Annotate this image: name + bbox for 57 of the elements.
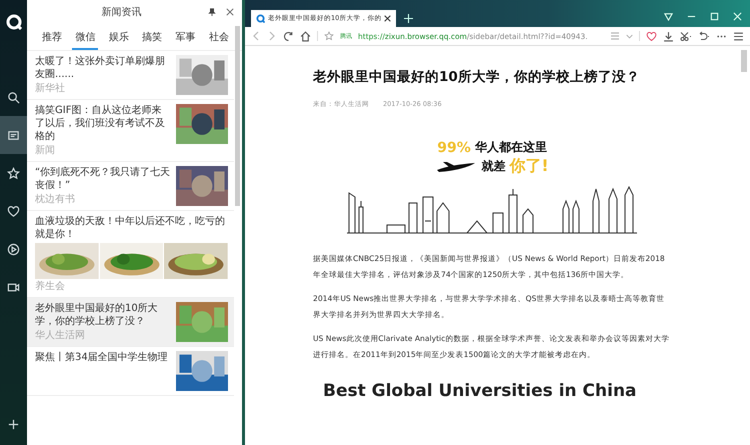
news-title: 聚焦丨第34届全国中学生物理: [35, 351, 169, 364]
category-tab[interactable]: 微信: [72, 28, 98, 50]
browser-logo-icon: [256, 14, 265, 23]
close-icon[interactable]: [226, 8, 234, 16]
news-source: 新闻: [35, 145, 56, 157]
category-tab[interactable]: 军事: [172, 28, 199, 50]
scissors-icon[interactable]: [680, 30, 692, 42]
maximize-icon[interactable]: [710, 12, 719, 21]
logo-icon: [6, 14, 22, 30]
category-tab[interactable]: 社会: [206, 28, 232, 50]
article-title: 老外眼里中国最好的10所大学，你的学校上榜了没？: [313, 68, 641, 86]
download-icon[interactable]: [663, 30, 674, 42]
pin-icon[interactable]: [208, 8, 216, 16]
news-title: 太暖了！这张外卖订单刷爆朋友圈......: [35, 55, 166, 81]
category-tab[interactable]: 娱乐: [106, 28, 132, 50]
news-item[interactable]: 血液垃圾的天敌！中年以后还不吃，吃亏的就是你！ 养生会: [27, 211, 234, 298]
category-tab[interactable]: 搞笑: [139, 28, 166, 50]
new-tab-icon[interactable]: [404, 14, 414, 23]
news-source: 新华社: [35, 83, 66, 95]
news-source: 养生会: [35, 281, 66, 293]
category-tab[interactable]: 推荐: [39, 28, 65, 50]
heart-icon: [7, 204, 20, 218]
scrollbar[interactable]: [235, 26, 240, 206]
banner-figure: 99%: [437, 140, 471, 156]
news-source: 华人生活网: [35, 330, 86, 342]
news-icon: [7, 128, 20, 142]
star-icon[interactable]: [324, 31, 334, 41]
news-title: 老外眼里中国最好的10所大学，你的学校上榜了没？: [35, 302, 159, 328]
home-icon[interactable]: [300, 30, 311, 42]
skin-icon[interactable]: [664, 12, 673, 21]
news-source: 枕边有书: [35, 194, 76, 206]
news-title: “你到底死不死？我只请了七天丧假！”: [35, 166, 171, 192]
panel-title: 新闻资讯: [100, 6, 142, 19]
news-button[interactable]: [0, 116, 27, 154]
banner-slogan: 你了!: [509, 156, 549, 177]
star-icon: [7, 166, 20, 180]
news-item[interactable]: “你到底死不死？我只请了七天丧假！” 枕边有书: [27, 162, 234, 211]
plus-icon: [7, 418, 20, 430]
section-heading: Best Global Universities in China: [323, 381, 638, 401]
news-item[interactable]: 聚焦丨第34届全国中学生物理: [27, 347, 234, 396]
search-icon: [7, 90, 20, 104]
news-title: 搞笑GIF图：自从这位老师来了以后，我们班没有考试不及格的: [35, 104, 166, 143]
scrollbar[interactable]: [741, 50, 747, 72]
menu-icon[interactable]: [733, 30, 744, 42]
close-icon[interactable]: [384, 15, 392, 22]
news-item[interactable]: 老外眼里中国最好的10所大学，你的学校上榜了没？ 华人生活网: [27, 298, 234, 347]
news-item[interactable]: 搞笑GIF图：自从这位老师来了以后，我们班没有考试不及格的 新闻: [27, 100, 234, 162]
video-icon: [7, 280, 20, 294]
airplane-icon: [435, 160, 478, 172]
news-item[interactable]: 太暖了！这张外卖订单刷爆朋友圈...... 新华社: [27, 51, 234, 100]
undo-icon[interactable]: [698, 30, 710, 42]
news-title: 血液垃圾的天敌！中年以后还不吃，吃亏的就是你！: [35, 215, 226, 241]
banner-slogan: 就差: [481, 158, 506, 175]
heart-icon[interactable]: [646, 30, 657, 42]
banner-slogan: 华人都在这里: [474, 139, 547, 156]
play-icon: [7, 242, 20, 256]
reload-icon[interactable]: [283, 30, 294, 42]
